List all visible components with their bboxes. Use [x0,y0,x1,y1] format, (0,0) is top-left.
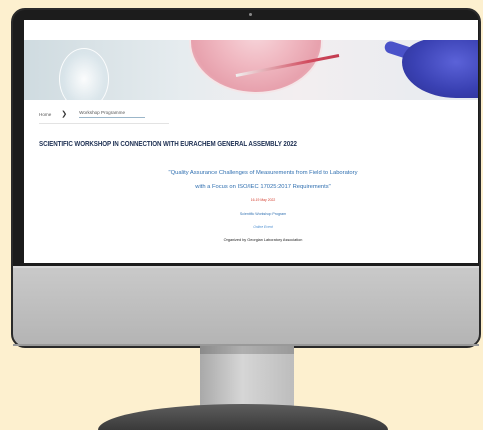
browser-viewport: Home ❯ Workshop Programme SCIENTIFIC WOR… [24,20,478,263]
breadcrumb-current: Workshop Programme [79,110,146,118]
breadcrumb-home-link[interactable]: Home [39,112,51,117]
petri-dish-image [189,40,323,94]
webcam-icon [249,13,252,16]
event-dates: 16-19 May 2022 [250,198,276,202]
event-type: Online Event [253,225,273,229]
breadcrumb-divider [39,123,169,124]
gloved-hand-image [402,40,478,98]
hero-banner-image [24,40,478,100]
monitor-stand-base [98,404,388,430]
organizer-text: Organized by Georgian Laboratory Associa… [223,238,303,242]
stand-shadow [200,346,294,354]
monitor-chin [13,266,479,346]
program-link: Scientific Workshop Program [24,212,478,216]
monitor-stand-neck [200,346,294,406]
program-link-text[interactable]: Scientific Workshop Program [240,212,286,216]
breadcrumb: Home ❯ Workshop Programme [39,108,146,120]
glass-flask-image [59,48,109,100]
page-title: SCIENTIFIC WORKSHOP IN CONNECTION WITH E… [39,139,297,148]
workshop-subtitle-line2: with a Focus on ISO/IEC 17025:2017 Requi… [195,184,331,190]
workshop-subtitle-line1: "Quality Assurance Challenges of Measure… [168,170,358,176]
chevron-right-icon: ❯ [61,111,68,118]
